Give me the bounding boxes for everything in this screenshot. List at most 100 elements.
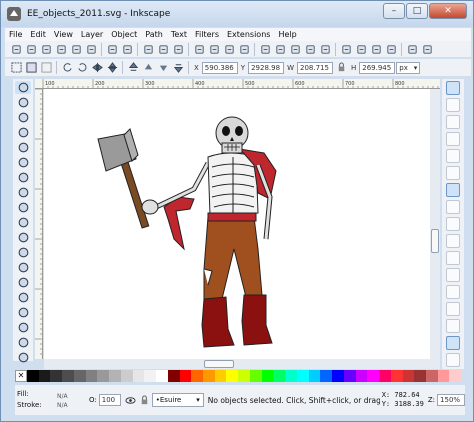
snap-guide-icon[interactable] <box>446 353 460 367</box>
snap-nodes-icon[interactable] <box>446 183 460 197</box>
palette-swatch[interactable] <box>50 370 63 382</box>
palette-swatch[interactable] <box>449 370 462 382</box>
menu-filters[interactable]: Filters <box>195 30 219 39</box>
palette-swatch[interactable] <box>156 370 168 382</box>
x-position-field[interactable]: 590.386 <box>201 61 238 74</box>
no-paint-swatch[interactable]: ✕ <box>15 370 27 382</box>
deselect-icon[interactable] <box>39 61 53 75</box>
paste-icon[interactable] <box>171 42 185 56</box>
palette-swatch[interactable] <box>132 370 145 382</box>
calligraphy-tool-icon[interactable] <box>15 261 31 274</box>
menu-help[interactable]: Help <box>278 30 296 39</box>
layer-lock-icon[interactable] <box>138 393 152 407</box>
snap-midpoint-icon[interactable] <box>446 268 460 282</box>
redo-icon[interactable] <box>120 42 134 56</box>
snap-bbox-midpoint-icon[interactable] <box>446 149 460 163</box>
palette-swatch[interactable] <box>203 370 215 382</box>
palette-swatch[interactable] <box>85 370 98 382</box>
palette-swatch[interactable] <box>425 370 438 382</box>
copy-icon[interactable] <box>141 42 155 56</box>
spray-tool-icon[interactable] <box>15 291 31 304</box>
palette-swatch[interactable] <box>390 370 403 382</box>
pencil-tool-icon[interactable] <box>15 231 31 244</box>
stroke-indicator[interactable]: N/A <box>57 400 87 409</box>
raise-icon[interactable] <box>141 61 155 75</box>
unit-select[interactable]: px ▾ <box>396 61 421 74</box>
snap-bbox-edge-icon[interactable] <box>446 115 460 129</box>
palette-swatch[interactable] <box>379 370 391 382</box>
tweak-tool-icon[interactable] <box>15 111 31 124</box>
y-position-field[interactable]: 2928.98 <box>248 61 285 74</box>
palette-swatch[interactable] <box>320 370 333 382</box>
palette-swatch[interactable] <box>343 370 356 382</box>
palette-swatch[interactable] <box>249 370 262 382</box>
star-tool-icon[interactable] <box>15 201 31 214</box>
snap-toggle-icon[interactable] <box>446 81 460 95</box>
import-icon[interactable] <box>69 42 83 56</box>
palette-swatch[interactable] <box>109 370 121 382</box>
select-all-icon[interactable] <box>9 61 23 75</box>
duplicate-icon[interactable] <box>258 42 272 56</box>
rotate-ccw-icon[interactable] <box>60 61 74 75</box>
palette-swatch[interactable] <box>308 370 321 382</box>
palette-swatch[interactable] <box>367 370 380 382</box>
snap-smooth-icon[interactable] <box>446 251 460 265</box>
palette-swatch[interactable] <box>355 370 368 382</box>
palette-swatch[interactable] <box>191 370 204 382</box>
export-icon[interactable] <box>84 42 98 56</box>
snap-bbox-center-icon[interactable] <box>446 166 460 180</box>
ellipse-tool-icon[interactable] <box>15 186 31 199</box>
print-icon[interactable] <box>54 42 68 56</box>
gradient-tool-icon[interactable] <box>15 336 31 349</box>
preferences-icon[interactable] <box>405 42 419 56</box>
palette-swatch[interactable] <box>73 370 86 382</box>
snap-intersection-icon[interactable] <box>446 217 460 231</box>
menu-file[interactable]: File <box>9 30 22 39</box>
eraser-tool-icon[interactable] <box>15 306 31 319</box>
snap-path-icon[interactable] <box>446 200 460 214</box>
snap-cusp-icon[interactable] <box>446 234 460 248</box>
snap-bbox-corner-icon[interactable] <box>446 132 460 146</box>
palette-swatch[interactable] <box>38 370 51 382</box>
palette-swatch[interactable] <box>167 370 180 382</box>
snap-center-icon[interactable] <box>446 285 460 299</box>
ungroup-icon[interactable] <box>318 42 332 56</box>
menu-edit[interactable]: Edit <box>30 30 46 39</box>
xml-editor-icon[interactable] <box>369 42 383 56</box>
measure-tool-icon[interactable] <box>15 141 31 154</box>
palette-swatch[interactable] <box>402 370 415 382</box>
snap-page-border-icon[interactable] <box>446 319 460 333</box>
dropper-tool-icon[interactable] <box>15 351 31 364</box>
lock-ratio-icon[interactable] <box>334 61 348 75</box>
new-icon[interactable] <box>9 42 23 56</box>
menu-path[interactable]: Path <box>145 30 163 39</box>
vertical-scrollbar[interactable] <box>430 89 440 359</box>
unlink-icon[interactable] <box>288 42 302 56</box>
text-font-icon[interactable] <box>354 42 368 56</box>
fill-stroke-icon[interactable] <box>339 42 353 56</box>
palette-swatch[interactable] <box>179 370 192 382</box>
undo-icon[interactable] <box>105 42 119 56</box>
zoom-drawing-icon[interactable] <box>207 42 221 56</box>
palette-swatch[interactable] <box>62 370 74 382</box>
palette-swatch[interactable] <box>144 370 157 382</box>
horizontal-scroll-thumb[interactable] <box>204 360 234 368</box>
flip-vertical-icon[interactable] <box>105 61 119 75</box>
lower-icon[interactable] <box>156 61 170 75</box>
menu-view[interactable]: View <box>54 30 73 39</box>
zoom-width-icon[interactable] <box>237 42 251 56</box>
document-properties-icon[interactable] <box>420 42 434 56</box>
paint-bucket-tool-icon[interactable] <box>15 321 31 334</box>
drawing-canvas[interactable] <box>44 89 440 359</box>
palette-swatch[interactable] <box>120 370 133 382</box>
current-layer-select[interactable]: •Esuire ▾ <box>151 393 204 407</box>
minimize-button[interactable]: – <box>383 3 405 19</box>
palette-swatch[interactable] <box>261 370 274 382</box>
horizontal-scrollbar[interactable] <box>44 359 440 369</box>
palette-swatch[interactable] <box>238 370 250 382</box>
layer-visibility-icon[interactable] <box>124 393 138 407</box>
menu-layer[interactable]: Layer <box>81 30 103 39</box>
menu-text[interactable]: Text <box>171 30 187 39</box>
select-all-layers-icon[interactable] <box>24 61 38 75</box>
snap-bbox-icon[interactable] <box>446 98 460 112</box>
